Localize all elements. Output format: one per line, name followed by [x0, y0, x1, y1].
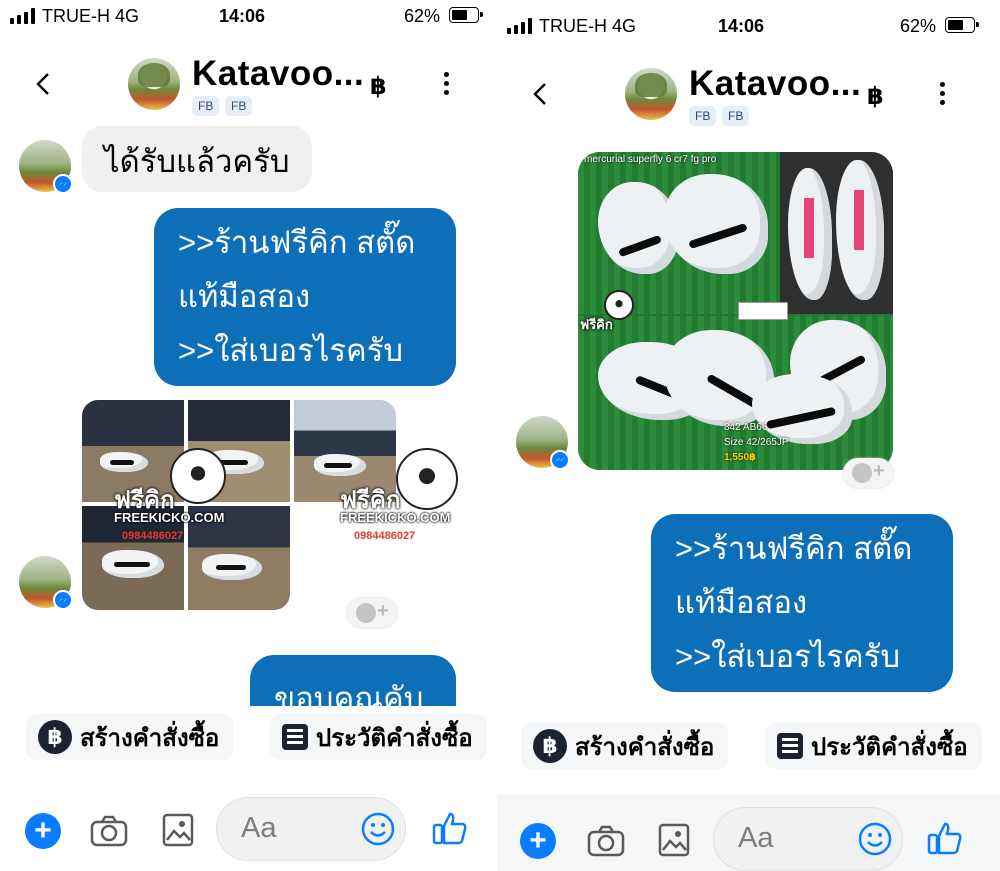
back-icon[interactable] [34, 72, 54, 96]
baht-icon: ฿ [370, 73, 387, 100]
list-icon [282, 724, 308, 750]
order-history-label: ประวัติคำสั่งซื้อ [316, 724, 473, 752]
like-icon[interactable] [432, 811, 468, 852]
signal-icon [507, 18, 533, 34]
sender-avatar [19, 556, 73, 610]
contact-avatar[interactable] [128, 58, 180, 110]
message-line: >>ร้านฟรีคิก สตั๊ด [675, 531, 913, 566]
message-line: แท้มือสอง [178, 279, 311, 314]
product-code: 842 AB66 [724, 422, 768, 433]
image-icon[interactable] [162, 813, 194, 852]
message-line: >>ใส่เบอรไรครับ [178, 333, 404, 368]
left-screen: TRUE-H 4G 14:06 62% Katavoo... ฿ FB FB ไ… [0, 0, 496, 871]
create-order-label: สร้างคำสั่งซื้อ [575, 733, 715, 761]
create-order-button[interactable]: ฿ สร้างคำสั่งซื้อ [521, 723, 729, 769]
order-history-button[interactable]: ประวัติคำสั่งซื้อ [270, 714, 487, 760]
sender-avatar [19, 140, 73, 194]
clock: 14:06 [219, 6, 266, 26]
fb-badge: FB [192, 96, 220, 116]
baht-icon: ฿ [533, 729, 567, 763]
ball-logo-icon [396, 448, 458, 510]
fb-badge: FB [689, 106, 717, 126]
product-price: 1,550฿ [724, 452, 756, 463]
order-history-label: ประวัติคำสั่งซื้อ [811, 733, 968, 761]
list-icon [777, 733, 803, 759]
composer: + Aa [0, 795, 496, 871]
contact-avatar[interactable] [625, 68, 677, 120]
watermark-phone: 0984486027 [122, 530, 184, 542]
baht-icon: ฿ [867, 83, 884, 110]
clock: 14:06 [718, 16, 765, 36]
contact-name[interactable]: Katavoo... [689, 64, 861, 104]
input-placeholder: Aa [241, 812, 277, 844]
plus-icon[interactable]: + [25, 813, 61, 849]
fb-badge: FB [722, 106, 750, 126]
sender-avatar [516, 416, 570, 470]
message-line: >>ร้านฟรีคิก สตั๊ด [178, 225, 416, 260]
messenger-icon [550, 450, 570, 470]
status-bar: TRUE-H 4G 14:06 62% [0, 0, 496, 34]
battery-percent: 62% [900, 16, 937, 36]
message-input[interactable]: Aa [713, 807, 903, 871]
action-bar: ฿ สร้างคำสั่งซื้อ ประวัติคำสั่งซื้อ [497, 713, 1000, 773]
message-text: ได้รับแล้วครับ [104, 144, 290, 179]
create-order-label: สร้างคำสั่งซื้อ [80, 724, 220, 752]
product-photo[interactable]: mercurial superfly 6 cr7 fg pro ฟรีคิก 8… [578, 152, 893, 470]
input-placeholder: Aa [738, 822, 774, 854]
product-info: 842 AB66 Size 42/265JP 1,550฿ [724, 420, 789, 465]
product-size: Size 42/265JP [724, 437, 789, 448]
order-history-button[interactable]: ประวัติคำสั่งซื้อ [765, 723, 982, 769]
watermark-phone: 0984486027 [354, 530, 416, 542]
emoji-icon[interactable] [361, 812, 395, 846]
sent-message: >>ร้านฟรีคิก สตั๊ด แท้มือสอง >>ใส่เบอรไร… [651, 514, 953, 692]
baht-icon: ฿ [38, 720, 72, 754]
photo-caption: mercurial superfly 6 cr7 fg pro [584, 154, 717, 165]
status-bar: TRUE-H 4G 14:06 62% [497, 10, 1000, 44]
message-line: >>ใส่เบอรไรครับ [675, 639, 901, 674]
carrier-label: TRUE-H 4G [539, 16, 637, 36]
plus-icon[interactable]: + [520, 823, 556, 859]
battery-percent: 62% [404, 6, 441, 26]
watermark-brand: ฟรีคิก [580, 318, 613, 333]
action-bar: ฿ สร้างคำสั่งซื้อ ประวัติคำสั่งซื้อ [0, 706, 496, 766]
back-icon[interactable] [531, 82, 551, 106]
more-icon[interactable] [444, 72, 450, 96]
react-icon[interactable]: + [347, 598, 397, 628]
more-icon[interactable] [940, 82, 946, 106]
create-order-button[interactable]: ฿ สร้างคำสั่งซื้อ [26, 714, 234, 760]
watermark-site: FREEKICKO.COM [340, 510, 451, 525]
fb-badge: FB [225, 96, 253, 116]
camera-icon[interactable] [587, 825, 625, 862]
message-line: แท้มือสอง [675, 585, 808, 620]
watermark-site: FREEKICKO.COM [114, 510, 225, 525]
composer: + Aa [497, 795, 1000, 871]
battery-icon [449, 7, 483, 23]
signal-icon [10, 8, 36, 24]
contact-name[interactable]: Katavoo... [192, 54, 364, 94]
react-icon[interactable]: + [843, 458, 893, 488]
like-icon[interactable] [927, 821, 963, 862]
image-icon[interactable] [658, 823, 690, 862]
messenger-icon [53, 590, 73, 610]
battery-icon [945, 17, 979, 33]
message-input[interactable]: Aa [216, 797, 406, 861]
emoji-icon[interactable] [858, 822, 892, 856]
photo-grid[interactable]: ฟรีคิก FREEKICKO.COM 0984486027 ฟรีคิก F… [82, 400, 474, 610]
ball-logo-icon [170, 448, 226, 504]
messenger-icon [53, 174, 73, 194]
sent-message: >>ร้านฟรีคิก สตั๊ด แท้มือสอง >>ใส่เบอรไร… [154, 208, 456, 386]
right-screen: TRUE-H 4G 14:06 62% Katavoo... ฿ FB FB m… [497, 0, 1000, 871]
camera-icon[interactable] [90, 815, 128, 852]
received-message: ได้รับแล้วครับ [82, 126, 312, 192]
carrier-label: TRUE-H 4G [42, 6, 140, 26]
